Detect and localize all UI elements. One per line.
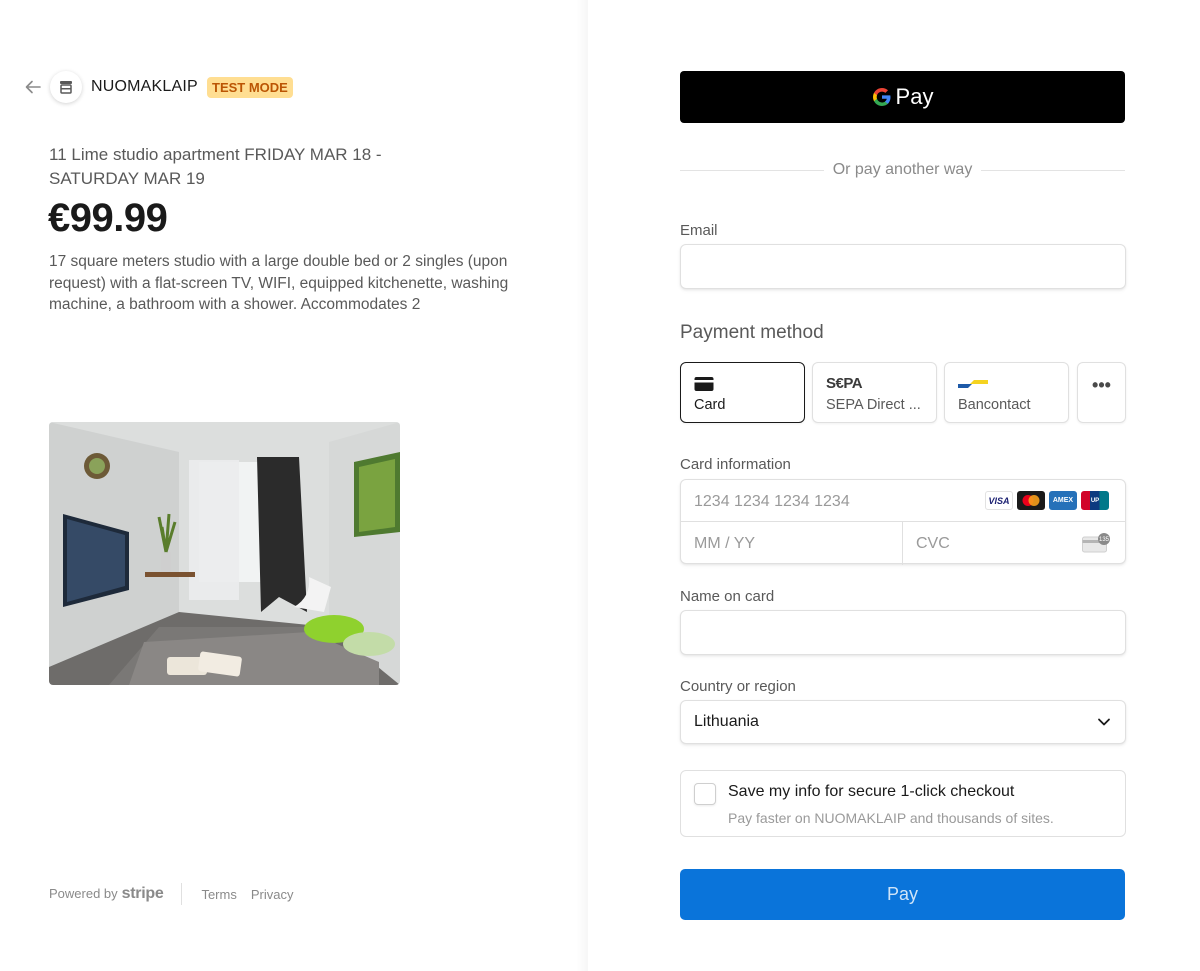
payment-tab-bancontact[interactable]: Bancontact xyxy=(944,362,1069,423)
product-image xyxy=(49,422,400,685)
save-info-box: Save my info for secure 1-click checkout… xyxy=(680,770,1126,837)
or-pay-another-way-divider: Or pay another way xyxy=(680,160,1125,180)
email-label: Email xyxy=(680,222,718,239)
name-on-card-label: Name on card xyxy=(680,588,775,605)
sepa-logo-icon: S€PA xyxy=(826,375,863,392)
google-pay-label: Pay xyxy=(895,84,934,109)
save-info-title: Save my info for secure 1-click checkout xyxy=(728,783,1015,800)
payment-panel: Pay Or pay another way Email Payment met… xyxy=(588,0,1200,971)
test-mode-badge: TEST MODE xyxy=(207,77,293,98)
payment-tab-card[interactable]: Card xyxy=(680,362,805,423)
pay-button[interactable]: Pay xyxy=(680,869,1125,920)
google-g-icon xyxy=(872,88,891,106)
product-title: 11 Lime studio apartment FRIDAY MAR 18 -… xyxy=(49,145,382,188)
amex-icon: AMEX xyxy=(1049,491,1077,510)
card-icon xyxy=(694,376,714,397)
merchant-logo xyxy=(50,71,82,103)
svg-text:135: 135 xyxy=(1099,537,1110,543)
payment-tab-sepa[interactable]: S€PA SEPA Direct ... xyxy=(812,362,937,423)
merchant-name: NUOMAKLAIP xyxy=(91,78,198,95)
cvc-input[interactable]: CVC xyxy=(916,535,950,553)
card-number-input[interactable]: 1234 1234 1234 1234 xyxy=(694,493,850,511)
product-description: 17 square meters studio with a large dou… xyxy=(49,253,509,313)
country-select[interactable]: Lithuania xyxy=(680,700,1126,744)
chevron-down-icon xyxy=(1097,715,1111,734)
payment-tab-bancontact-label: Bancontact xyxy=(958,397,1031,413)
visa-icon: VISA xyxy=(985,491,1013,510)
store-icon xyxy=(60,81,72,94)
card-number-row: 1234 1234 1234 1234 VISA AMEX UP xyxy=(681,480,1125,522)
order-summary-panel: NUOMAKLAIP TEST MODE 11 Lime studio apar… xyxy=(0,0,588,971)
cvc-card-icon: 135 xyxy=(1082,532,1112,559)
divider-text: Or pay another way xyxy=(832,161,973,178)
google-pay-button[interactable]: Pay xyxy=(680,71,1125,123)
save-info-checkbox[interactable] xyxy=(694,783,716,805)
unionpay-icon: UP xyxy=(1081,491,1109,510)
name-on-card-input[interactable] xyxy=(680,610,1126,655)
powered-by-stripe[interactable]: Powered by stripe xyxy=(49,885,164,903)
panel-divider xyxy=(576,0,588,971)
country-value: Lithuania xyxy=(694,713,759,730)
country-label: Country or region xyxy=(680,678,796,695)
save-info-subtitle: Pay faster on NUOMAKLAIP and thousands o… xyxy=(728,810,1054,826)
terms-link[interactable]: Terms xyxy=(201,887,236,902)
footer-divider xyxy=(181,883,183,905)
bancontact-logo-icon xyxy=(958,377,990,395)
more-payment-methods-button[interactable]: ••• xyxy=(1077,362,1126,423)
expiry-input[interactable]: MM / YY xyxy=(694,535,755,553)
email-input[interactable] xyxy=(680,244,1126,289)
stripe-logo: stripe xyxy=(121,885,164,902)
card-information-label: Card information xyxy=(680,456,791,473)
payment-tab-sepa-label: SEPA Direct ... xyxy=(826,397,921,413)
back-arrow-icon[interactable] xyxy=(24,78,42,96)
powered-by-label: Powered by xyxy=(49,886,118,901)
footer: Powered by stripe Terms Privacy xyxy=(49,883,307,905)
mastercard-icon xyxy=(1017,491,1045,510)
card-information-group: 1234 1234 1234 1234 VISA AMEX UP MM / YY… xyxy=(680,479,1126,565)
payment-tab-card-label: Card xyxy=(694,397,726,413)
product-price: €99.99 xyxy=(48,196,168,240)
privacy-link[interactable]: Privacy xyxy=(251,887,294,902)
payment-method-title: Payment method xyxy=(680,322,824,343)
